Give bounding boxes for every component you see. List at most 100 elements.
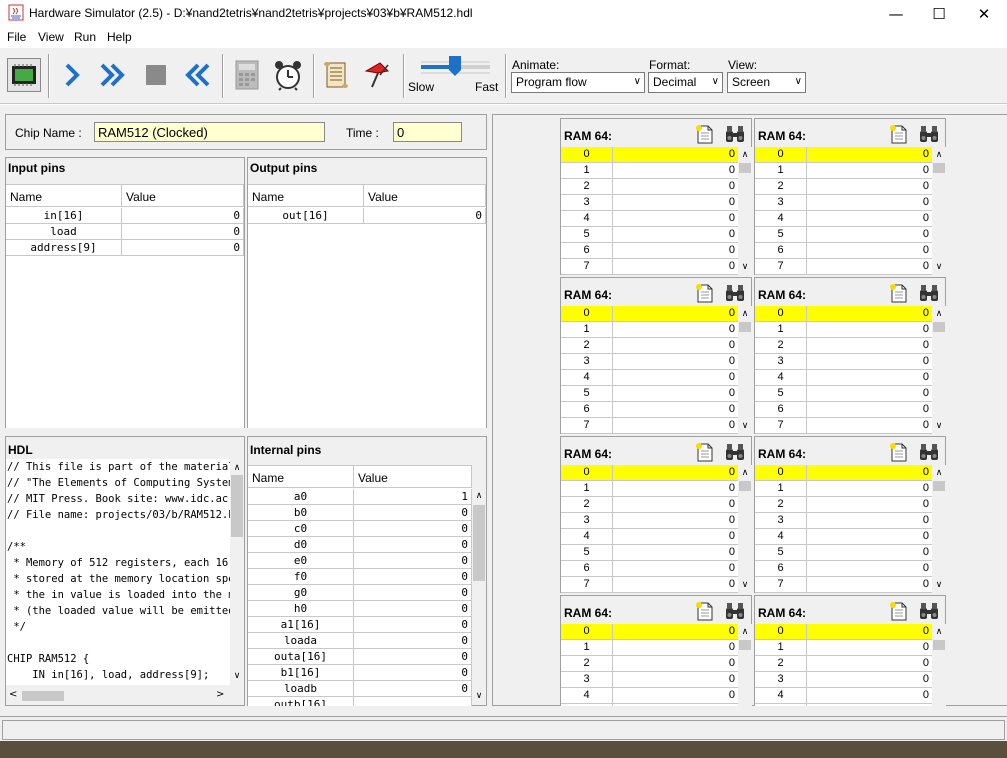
scroll-down-icon[interactable]: ∨	[230, 669, 244, 683]
ram-value[interactable]: 0	[613, 465, 738, 481]
ram-row[interactable]: 60	[755, 561, 932, 577]
ram-value[interactable]: 0	[613, 179, 738, 195]
scroll-down-icon[interactable]: ∨	[472, 689, 486, 703]
scroll-up-icon[interactable]: ∧	[738, 148, 752, 162]
scroll-up-icon[interactable]: ∧	[932, 625, 946, 639]
load-chip-button[interactable]	[7, 58, 41, 92]
scroll-thumb[interactable]	[22, 691, 64, 701]
ram-scrollbar[interactable]: ∧ ∨	[738, 147, 752, 275]
scroll-up-icon[interactable]: ∧	[472, 489, 486, 503]
ram-value[interactable]: 0	[613, 195, 738, 211]
ram-value[interactable]: 0	[613, 481, 738, 497]
eval-button[interactable]	[230, 58, 264, 92]
ram-value[interactable]: 0	[613, 322, 738, 338]
clock-button[interactable]	[271, 58, 305, 92]
search-binoculars-icon[interactable]	[918, 123, 940, 145]
search-binoculars-icon[interactable]	[724, 123, 746, 145]
stop-button[interactable]	[139, 58, 173, 92]
ram-value[interactable]: 0	[807, 497, 932, 513]
scroll-right-icon[interactable]: >	[216, 689, 224, 700]
scroll-thumb[interactable]	[933, 322, 945, 332]
ram-value[interactable]: 0	[807, 481, 932, 497]
pin-value[interactable]: 0	[354, 505, 472, 521]
ram-row[interactable]: 70	[561, 418, 738, 434]
menu-run[interactable]: Run	[74, 30, 96, 44]
pin-value[interactable]: 0	[354, 585, 472, 601]
scroll-thumb[interactable]	[933, 640, 945, 650]
ram-value[interactable]: 0	[807, 163, 932, 179]
pin-value[interactable]: 0	[354, 601, 472, 617]
ram-row[interactable]: 30	[755, 195, 932, 211]
search-binoculars-icon[interactable]	[918, 282, 940, 304]
scroll-thumb[interactable]	[739, 640, 751, 650]
ram-value[interactable]: 0	[807, 418, 932, 434]
script-button[interactable]	[319, 58, 353, 92]
ram-value[interactable]: 0	[613, 211, 738, 227]
ram-row[interactable]: 10	[755, 640, 932, 656]
ram-row[interactable]: 00	[561, 465, 738, 481]
menu-help[interactable]: Help	[107, 30, 132, 44]
ram-row[interactable]: 40	[561, 529, 738, 545]
ram-row[interactable]: 60	[755, 402, 932, 418]
ram-row[interactable]: 70	[561, 259, 738, 275]
ram-row[interactable]: 10	[755, 163, 932, 179]
scroll-up-icon[interactable]: ∧	[932, 148, 946, 162]
ram-row[interactable]: 50	[561, 545, 738, 561]
ram-value[interactable]: 0	[807, 195, 932, 211]
ram-value[interactable]: 0	[807, 577, 932, 593]
hdl-vertical-scrollbar[interactable]: ∧ ∨	[230, 459, 244, 685]
ram-row[interactable]: 20	[755, 656, 932, 672]
scroll-thumb[interactable]	[739, 481, 751, 491]
scroll-down-icon[interactable]: ∨	[738, 260, 752, 274]
scroll-down-icon[interactable]: ∨	[932, 260, 946, 274]
ram-row[interactable]: 20	[755, 179, 932, 195]
scroll-up-icon[interactable]: ∧	[230, 461, 244, 475]
ram-value[interactable]: 0	[613, 259, 738, 275]
ram-scrollbar[interactable]: ∧ ∨	[738, 465, 752, 593]
ram-value[interactable]: 0	[807, 227, 932, 243]
ram-row[interactable]: 00	[755, 624, 932, 640]
ram-value[interactable]: 0	[613, 147, 738, 163]
ram-value[interactable]: 0	[613, 243, 738, 259]
single-step-button[interactable]	[55, 58, 89, 92]
ram-row[interactable]: 20	[561, 338, 738, 354]
ram-row[interactable]: 30	[755, 672, 932, 688]
ram-row[interactable]: 60	[561, 402, 738, 418]
ram-row[interactable]: 00	[561, 624, 738, 640]
pin-value[interactable]: 0	[354, 665, 472, 681]
ram-row[interactable]: 30	[755, 513, 932, 529]
menu-file[interactable]: File	[7, 30, 26, 44]
ram-row[interactable]: 40	[561, 211, 738, 227]
ram-row[interactable]: 50	[755, 545, 932, 561]
ram-row[interactable]: 10	[755, 481, 932, 497]
ram-value[interactable]: 0	[613, 418, 738, 434]
ram-row[interactable]: 30	[561, 513, 738, 529]
pin-value[interactable]: 0	[354, 617, 472, 633]
scroll-up-icon[interactable]: ∧	[738, 307, 752, 321]
ram-value[interactable]: 0	[613, 338, 738, 354]
ram-row[interactable]: 40	[755, 688, 932, 704]
ram-value[interactable]: 0	[807, 624, 932, 640]
ram-row[interactable]: 50	[755, 704, 932, 706]
ram-row[interactable]: 10	[561, 481, 738, 497]
minimize-button[interactable]: —	[873, 0, 919, 27]
hdl-horizontal-scrollbar[interactable]: < >	[6, 687, 230, 705]
scroll-left-icon[interactable]: <	[9, 689, 17, 700]
animate-select[interactable]: Program flow ∨	[511, 72, 645, 93]
ram-row[interactable]: 00	[755, 465, 932, 481]
ram-row[interactable]: 20	[755, 497, 932, 513]
ram-row[interactable]: 00	[755, 306, 932, 322]
view-select[interactable]: Screen ∨	[727, 72, 806, 93]
search-binoculars-icon[interactable]	[724, 282, 746, 304]
ram-value[interactable]: 0	[613, 306, 738, 322]
ram-value[interactable]: 0	[807, 672, 932, 688]
scroll-thumb[interactable]	[739, 322, 751, 332]
ram-value[interactable]: 0	[807, 179, 932, 195]
ram-row[interactable]: 10	[561, 640, 738, 656]
load-file-icon[interactable]	[887, 123, 909, 145]
run-button[interactable]	[96, 58, 130, 92]
reset-button[interactable]	[180, 58, 214, 92]
ram-row[interactable]: 40	[561, 370, 738, 386]
ram-value[interactable]: 0	[613, 688, 738, 704]
ram-value[interactable]: 0	[613, 545, 738, 561]
